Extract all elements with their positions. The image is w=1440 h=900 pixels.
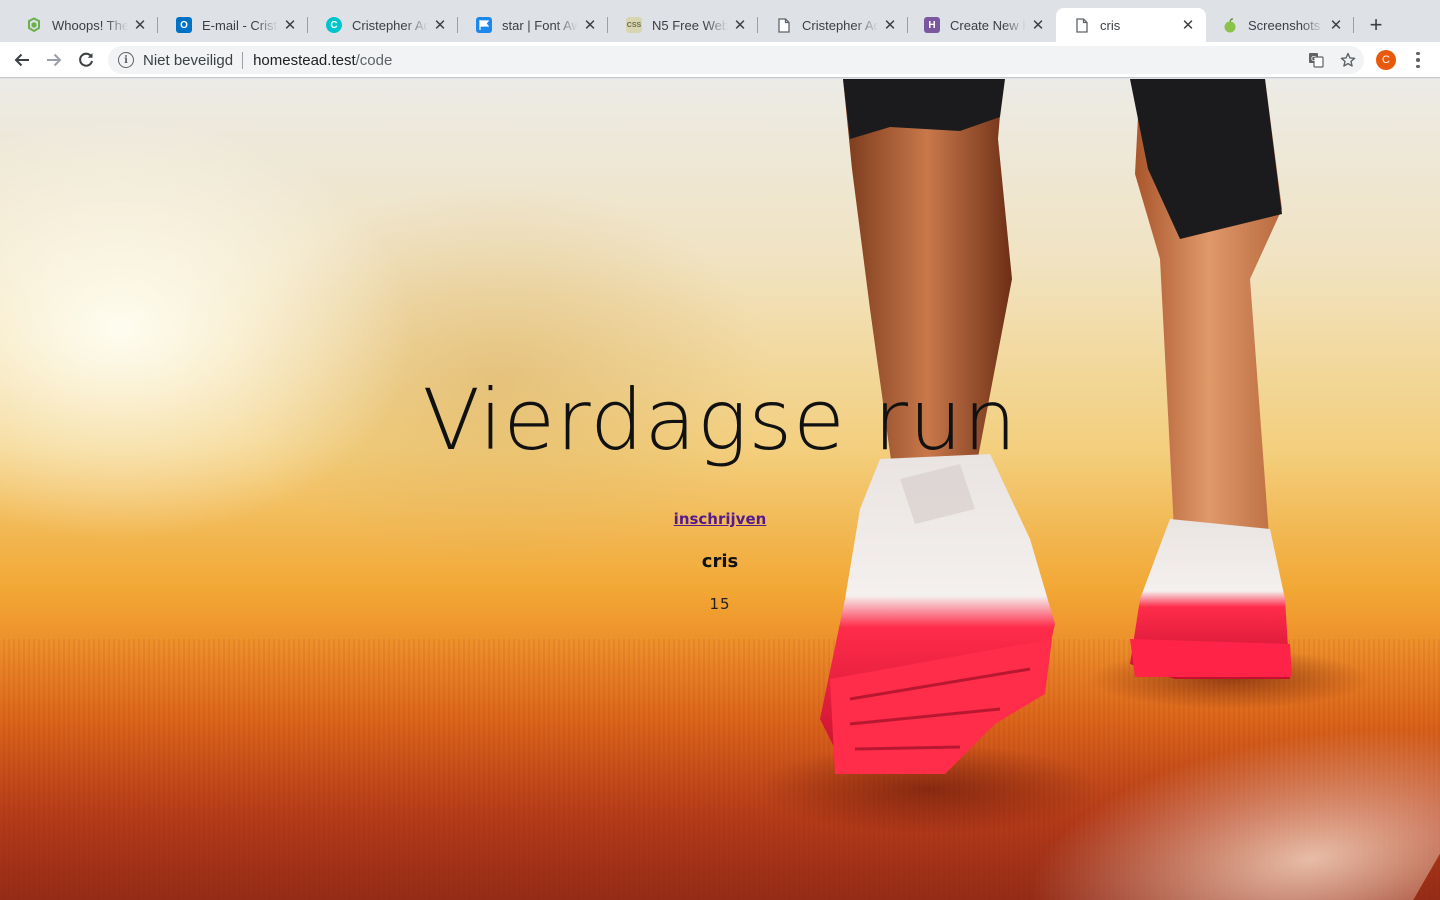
info-icon[interactable]: i bbox=[118, 52, 134, 68]
tab-n5-website[interactable]: CSS N5 Free Website ✕ bbox=[608, 8, 758, 42]
page-icon bbox=[1074, 17, 1090, 33]
tab-cristepher[interactable]: C Cristepher Adames ✕ bbox=[308, 8, 458, 42]
tab-whoops[interactable]: Whoops! There was an error. ✕ bbox=[8, 8, 158, 42]
star-icon[interactable] bbox=[1332, 46, 1364, 74]
back-button[interactable] bbox=[8, 46, 36, 74]
close-icon[interactable]: ✕ bbox=[432, 17, 448, 34]
profile-avatar[interactable]: C bbox=[1376, 50, 1396, 70]
close-icon[interactable]: ✕ bbox=[882, 17, 898, 34]
arrow-left-icon bbox=[14, 53, 29, 67]
page-title: Vierdagse run bbox=[422, 371, 1018, 469]
tab-title: cris bbox=[1100, 17, 1121, 33]
url-path[interactable]: /code bbox=[356, 52, 393, 69]
tab-email[interactable]: O E-mail - Cristepher ✕ bbox=[158, 8, 308, 42]
close-icon[interactable]: ✕ bbox=[1030, 17, 1046, 34]
new-tab-button[interactable]: + bbox=[1364, 12, 1388, 37]
signup-link[interactable]: inschrijven bbox=[0, 510, 1440, 528]
menu-button[interactable] bbox=[1408, 46, 1428, 74]
reload-button[interactable] bbox=[72, 46, 100, 74]
tab-screenshots[interactable]: Screenshots maken ✕ bbox=[1204, 8, 1354, 42]
close-icon[interactable]: ✕ bbox=[1180, 17, 1196, 34]
browser-toolbar: i Niet beveiligd homestead.test/code G bbox=[0, 42, 1440, 78]
tab-title: E-mail - Cristepher bbox=[202, 17, 278, 33]
security-label[interactable]: Niet beveiligd bbox=[143, 52, 233, 69]
heroku-icon: H bbox=[924, 17, 940, 33]
tab-cristepher-2[interactable]: Cristepher Adames ✕ bbox=[758, 8, 908, 42]
close-icon[interactable]: ✕ bbox=[282, 17, 298, 34]
number-value: 15 bbox=[709, 595, 731, 613]
close-icon[interactable]: ✕ bbox=[732, 17, 748, 34]
user-name: cris bbox=[701, 551, 739, 572]
divider bbox=[242, 51, 244, 69]
close-icon[interactable]: ✕ bbox=[132, 17, 148, 34]
page-icon bbox=[776, 17, 792, 33]
tab-cris-active[interactable]: cris ✕ bbox=[1056, 8, 1206, 42]
address-bar[interactable]: i Niet beveiligd homestead.test/code G bbox=[108, 46, 1364, 74]
page-viewport: Vierdagse run inschrijven cris 15 bbox=[0, 79, 1440, 900]
tab-title: Cristepher Adames bbox=[352, 17, 428, 33]
translate-icon[interactable]: G bbox=[1300, 46, 1332, 74]
close-icon[interactable]: ✕ bbox=[1328, 17, 1344, 34]
reload-icon bbox=[79, 52, 93, 67]
tab-title: Cristepher Adames bbox=[802, 17, 878, 33]
tab-title: Create New Pipeline bbox=[950, 17, 1026, 33]
laravel-icon bbox=[26, 17, 42, 33]
tab-title: N5 Free Website bbox=[652, 17, 728, 33]
tab-create-pipeline[interactable]: H Create New Pipeline ✕ bbox=[906, 8, 1056, 42]
svg-text:G: G bbox=[1311, 55, 1316, 63]
flag-icon bbox=[476, 17, 492, 33]
tab-title: Whoops! There was an error. bbox=[52, 17, 128, 33]
tab-strip: Whoops! There was an error. ✕ O E-mail -… bbox=[0, 0, 1440, 42]
tab-title: Screenshots maken bbox=[1248, 17, 1324, 33]
tab-font-awesome[interactable]: star | Font Awesome ✕ bbox=[458, 8, 608, 42]
css-icon: CSS bbox=[626, 17, 642, 33]
apple-icon bbox=[1222, 17, 1238, 33]
forward-button[interactable] bbox=[40, 46, 68, 74]
runner-photo bbox=[760, 79, 1370, 834]
c-circle-icon: C bbox=[326, 17, 342, 33]
url-host[interactable]: homestead.test bbox=[253, 52, 356, 69]
arrow-right-icon bbox=[47, 53, 62, 67]
outlook-icon: O bbox=[176, 17, 192, 33]
close-icon[interactable]: ✕ bbox=[582, 17, 598, 34]
tab-title: star | Font Awesome bbox=[502, 17, 578, 33]
